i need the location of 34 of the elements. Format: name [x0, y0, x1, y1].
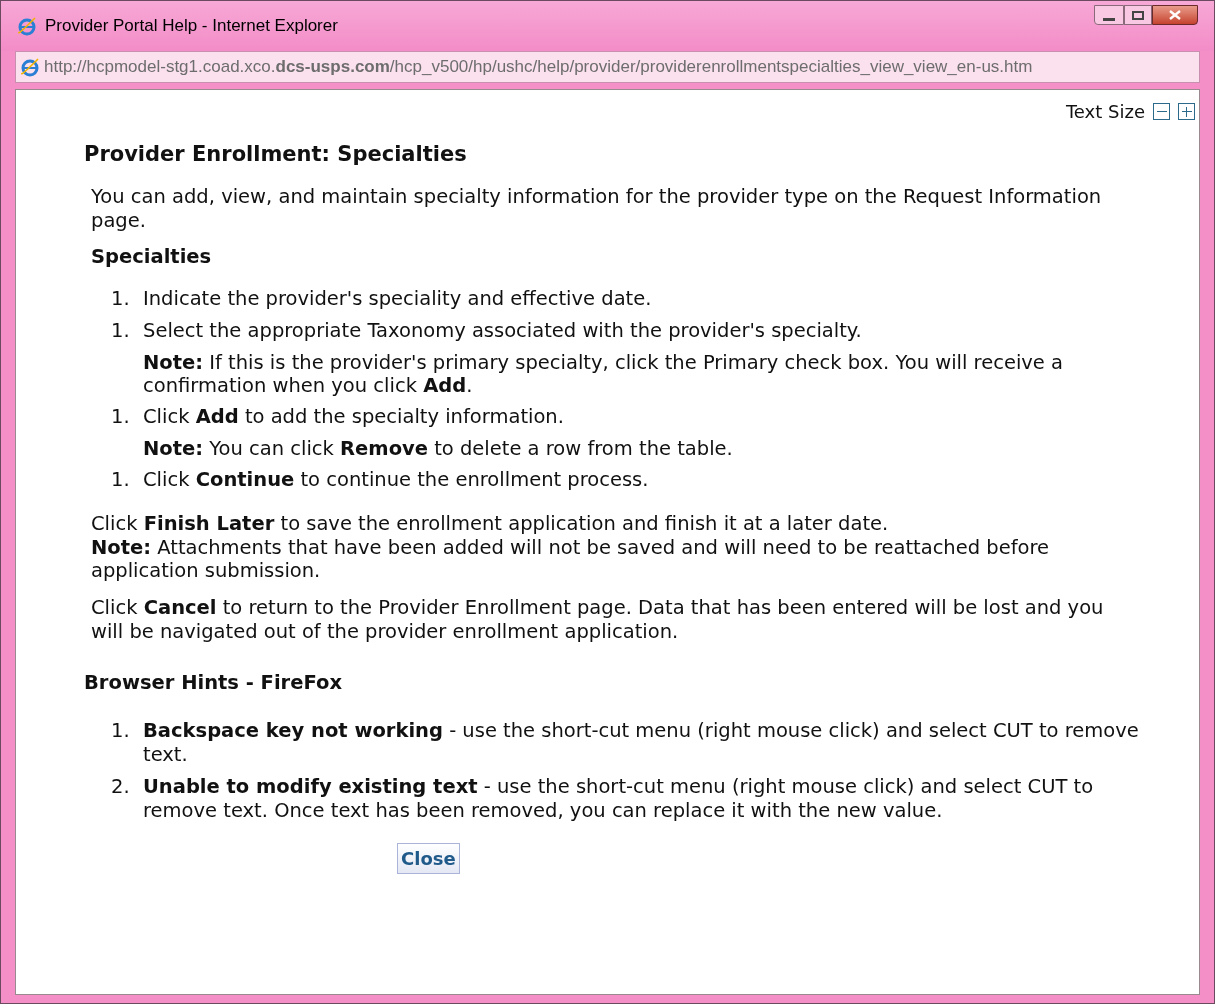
window-title: Provider Portal Help - Internet Explorer [45, 15, 338, 38]
decrease-text-button[interactable] [1153, 103, 1170, 120]
hint-text: Unable to modify existing text - use the short-cut menu (right mouse click) and select CUT to remove text. Once text has been removed, you can replace it with the new value. [143, 774, 1095, 823]
cancel-paragraph: Click Cancel to return to the Provider Enrollment page. Data that has been entered will be lost and you will be navigated out of the provider enrollment application. [91, 595, 1105, 644]
hints-heading: Browser Hints - FireFox [84, 669, 343, 696]
step-note: Note: You can click Remove to delete a row from the table. [142, 436, 734, 460]
list-number: 1. [111, 286, 131, 311]
page-icon [20, 57, 40, 77]
page-heading: Provider Enrollment: Specialties [84, 141, 468, 168]
close-icon [1169, 10, 1181, 20]
step-text: Click Continue to continue the enrollment process. [143, 467, 649, 492]
step-text: Select the appropriate Taxonomy associated with the provider's specialty. [143, 318, 862, 343]
increase-text-button[interactable] [1178, 103, 1195, 120]
text-size-label: Text Size [1065, 100, 1145, 124]
step-note: Note: If this is the provider's primary specialty, click the Primary check box. You will receive a confirmation when you click Add. [142, 350, 1064, 397]
close-window-button[interactable] [1152, 5, 1198, 25]
list-number: 1. [111, 318, 131, 343]
maximize-button[interactable] [1124, 5, 1152, 25]
finish-later-text: Click Finish Later to save the enrollment application and finish it at a later date. [91, 511, 890, 536]
step-text: Indicate the provider's speciality and effective date. [143, 286, 652, 311]
intro-paragraph: You can add, view, and maintain specialty information for the provider type on the Request Information page. [91, 184, 1103, 233]
minimize-button[interactable] [1094, 5, 1124, 25]
list-number: 1. [111, 718, 131, 744]
hint-text: Backspace key not working - use the short-cut menu (right mouse click) and select CUT to remove text. [143, 718, 1139, 767]
list-number: 1. [111, 404, 131, 429]
list-number: 1. [111, 467, 131, 492]
close-button[interactable]: Close [397, 842, 460, 874]
attachments-note: Note: Attachments that have been added will not be saved and will need to be reattached before application submission. [91, 535, 1051, 582]
url-text: http://hcpmodel-stg1.coad.xco.dcs-usps.com/hcp_v500/hp/ushc/help/provider/providerenrollmentspecialties_view_view_en-us.htm [44, 56, 1033, 79]
browser-icon [17, 16, 37, 36]
address-bar[interactable]: http://hcpmodel-stg1.coad.xco.dcs-usps.com/hcp_v500/hp/ushc/help/provider/providerenrollmentspecialties_view_view_en-us.htm [15, 51, 1200, 83]
section-heading: Specialties [91, 244, 213, 269]
list-number: 2. [111, 774, 131, 800]
step-text: Click Add to add the specialty information. [143, 404, 564, 429]
